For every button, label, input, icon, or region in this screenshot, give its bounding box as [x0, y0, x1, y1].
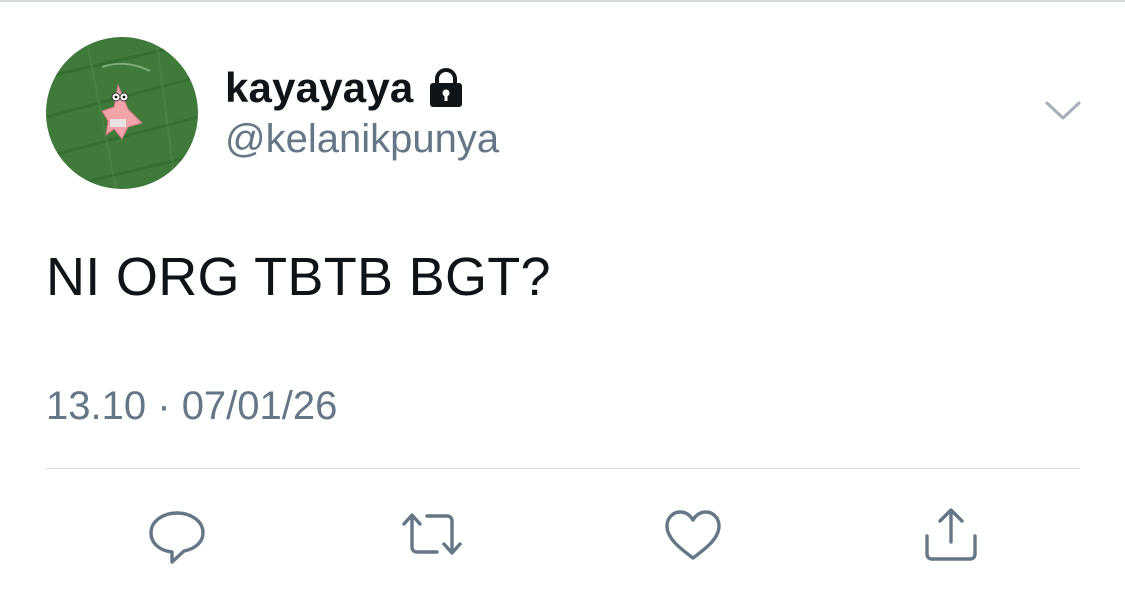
share-upload-icon	[920, 504, 982, 566]
retweet-icon	[401, 504, 463, 566]
tweet-date: 07/01/26	[181, 384, 338, 428]
display-name[interactable]: kayayaya	[225, 64, 413, 112]
reply-button[interactable]	[146, 504, 208, 566]
user-handle[interactable]: @kelanikpunya	[225, 117, 499, 162]
top-border	[0, 0, 1125, 2]
like-button[interactable]	[662, 504, 724, 566]
speech-bubble-icon	[146, 504, 208, 566]
avatar[interactable]	[46, 37, 198, 189]
chevron-down-icon[interactable]	[1044, 98, 1082, 124]
tweet-timestamp[interactable]: 13.10 · 07/01/26	[46, 384, 337, 429]
author-name-row[interactable]: kayayaya	[225, 62, 465, 114]
share-button[interactable]	[920, 504, 982, 566]
divider	[46, 468, 1080, 469]
tweet-text: NI ORG TBTB BGT?	[46, 247, 551, 307]
retweet-button[interactable]	[401, 504, 463, 566]
timestamp-separator: ·	[157, 384, 171, 428]
heart-icon	[662, 504, 724, 566]
tweet-time: 13.10	[46, 384, 147, 428]
lock-icon	[427, 68, 465, 108]
